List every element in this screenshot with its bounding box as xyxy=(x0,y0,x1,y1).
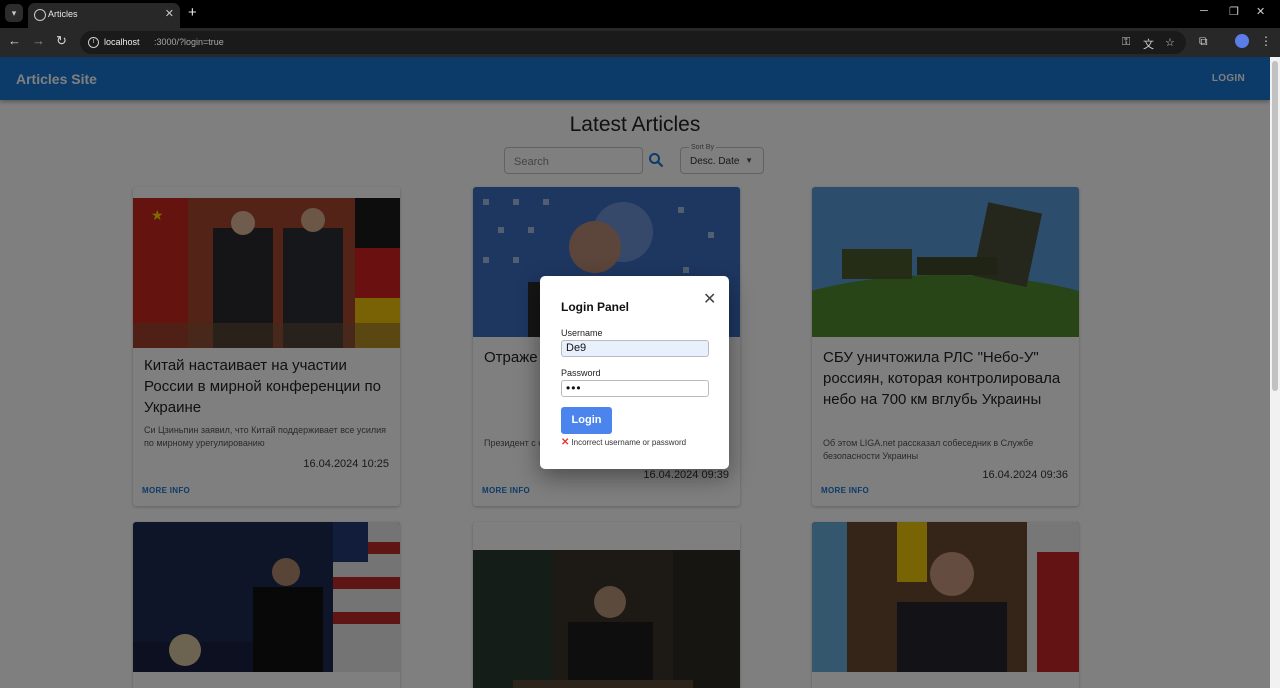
forward-icon[interactable]: → xyxy=(32,33,45,48)
username-label: Username xyxy=(561,328,603,338)
error-x-icon: ✕ xyxy=(561,437,570,448)
browser-tabstrip: ▾ Articles ✕ + ─ ❐ ✕ xyxy=(0,0,1280,28)
minimize-icon[interactable]: ─ xyxy=(1200,5,1208,17)
close-icon[interactable]: ✕ xyxy=(703,292,716,308)
error-text: Incorrect username or password xyxy=(571,438,687,447)
profile-avatar[interactable] xyxy=(1235,34,1249,48)
dialog-title: Login Panel xyxy=(561,300,630,314)
password-field[interactable]: ••• xyxy=(561,380,709,397)
page-scrollbar[interactable] xyxy=(1270,57,1280,688)
extensions-icon[interactable]: ⧉ xyxy=(1199,34,1208,49)
new-tab-button[interactable]: + xyxy=(188,4,197,22)
back-icon[interactable]: ← xyxy=(8,33,21,48)
browser-toolbar: ← → ↻ i localhost :3000/?login=true ⚿ 文 … xyxy=(0,28,1280,57)
close-window-icon[interactable]: ✕ xyxy=(1256,5,1265,18)
password-label: Password xyxy=(561,368,601,378)
error-message: ✕ Incorrect username or password xyxy=(561,437,686,448)
login-dialog: Login Panel ✕ Username De9 Password ••• … xyxy=(540,276,729,469)
url-path: :3000/?login=true xyxy=(154,37,224,47)
address-bar[interactable]: i localhost :3000/?login=true ⚿ 文 ☆ xyxy=(80,31,1186,54)
translate-icon[interactable]: 文 xyxy=(1143,36,1154,52)
url-host: localhost xyxy=(104,37,140,47)
bookmark-star-icon[interactable]: ☆ xyxy=(1165,36,1175,49)
menu-kebab-icon[interactable]: ⋮ xyxy=(1260,34,1272,48)
browser-tab[interactable]: Articles ✕ xyxy=(28,3,180,28)
scrollbar-thumb[interactable] xyxy=(1272,61,1278,391)
login-button[interactable]: Login xyxy=(561,407,612,434)
restore-icon[interactable]: ❐ xyxy=(1229,5,1239,18)
tab-search-button[interactable]: ▾ xyxy=(5,4,23,22)
tab-title: Articles xyxy=(48,9,78,19)
reload-icon[interactable]: ↻ xyxy=(56,33,67,49)
site-info-icon[interactable]: i xyxy=(88,37,99,48)
page-viewport: Articles Site LOGIN Latest Articles Sear… xyxy=(0,57,1270,688)
globe-icon xyxy=(34,9,46,21)
password-key-icon[interactable]: ⚿ xyxy=(1122,36,1130,49)
username-field[interactable]: De9 xyxy=(561,340,709,357)
tab-close-icon[interactable]: ✕ xyxy=(165,7,174,20)
